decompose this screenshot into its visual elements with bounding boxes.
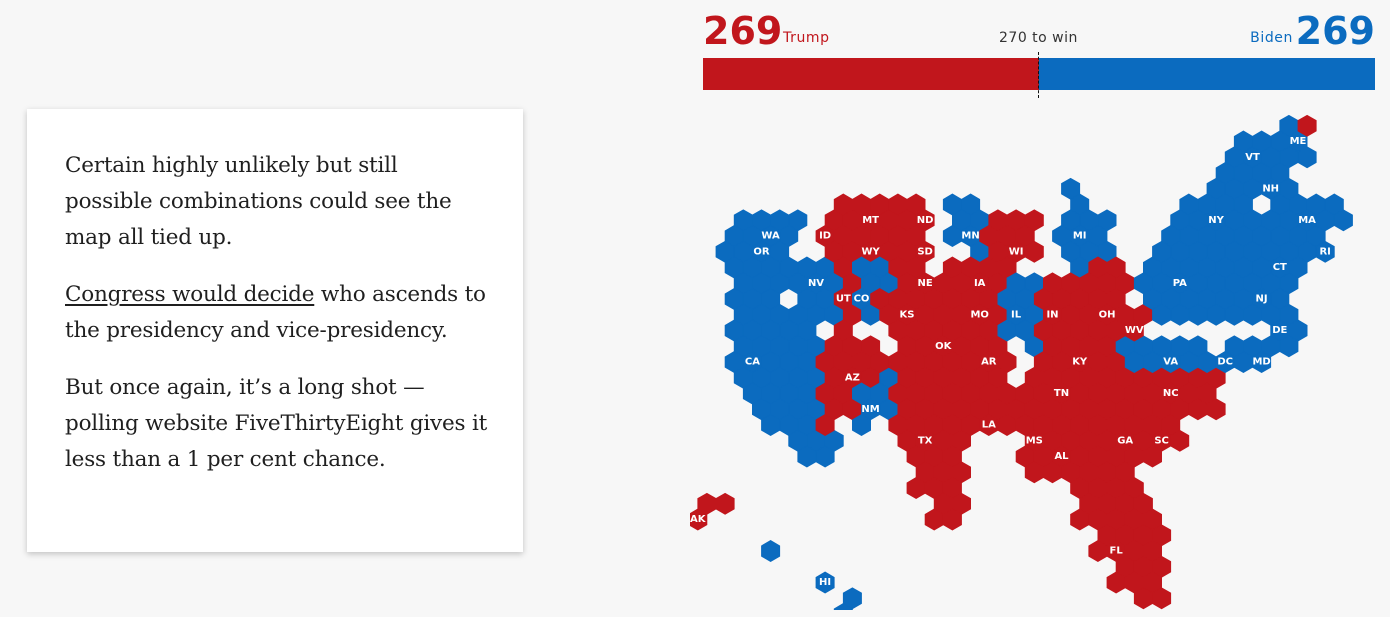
state-fl[interactable] — [1070, 477, 1172, 610]
state-label-ne: NE — [917, 278, 932, 289]
state-label-nc: NC — [1163, 388, 1179, 399]
electoral-tally: 269 Trump 270 to win Biden 269 — [703, 8, 1375, 98]
paragraph-2: Congress would decide who ascends to the… — [65, 277, 489, 349]
biden-bar — [1039, 58, 1375, 90]
win-threshold-line — [1038, 52, 1039, 98]
state-label-id: ID — [819, 231, 831, 242]
state-mn[interactable] — [942, 193, 990, 263]
state-label-de: DE — [1272, 325, 1287, 336]
state-label-nj: NJ — [1256, 294, 1268, 305]
article-card: Certain highly unlikely but still possib… — [27, 109, 523, 552]
biden-label: Biden — [1250, 30, 1293, 46]
state-label-tn: TN — [1054, 388, 1069, 399]
state-label-dc: DC — [1217, 357, 1233, 368]
state-label-ms: MS — [1026, 435, 1043, 446]
state-label-me: ME — [1290, 136, 1307, 147]
state-label-ar: AR — [981, 357, 997, 368]
state-label-wi: WI — [1009, 246, 1024, 257]
state-label-ny: NY — [1208, 215, 1224, 226]
paragraph-3: But once again, it’s a long shot — polli… — [65, 375, 488, 472]
state-ny[interactable] — [1152, 177, 1262, 263]
state-label-nv: NV — [808, 278, 824, 289]
state-label-ut: UT — [836, 294, 851, 305]
state-label-ky: KY — [1072, 357, 1088, 368]
state-label-mn: MN — [961, 231, 979, 242]
state-label-hi: HI — [819, 577, 831, 588]
trump-bar — [703, 58, 1039, 90]
state-label-mi: MI — [1073, 231, 1087, 242]
hex-cell — [761, 540, 781, 562]
state-label-fl: FL — [1109, 546, 1123, 557]
state-label-nh: NH — [1262, 183, 1279, 194]
congress-link[interactable]: Congress would decide — [65, 282, 314, 307]
state-label-wa: WA — [761, 231, 780, 242]
state-or[interactable] — [715, 240, 790, 279]
state-label-nm: NM — [861, 404, 879, 415]
paragraph-1: Certain highly unlikely but still possib… — [65, 153, 452, 250]
state-label-nd: ND — [917, 215, 934, 226]
trump-label: Trump — [783, 30, 830, 46]
state-label-in: IN — [1046, 309, 1058, 320]
state-label-vt: VT — [1245, 152, 1260, 163]
state-label-la: LA — [982, 420, 996, 431]
state-label-ma: MA — [1298, 215, 1316, 226]
biden-vote-count: 269 — [1295, 9, 1375, 53]
state-label-ks: KS — [900, 309, 915, 320]
state-label-sd: SD — [917, 246, 933, 257]
state-label-ri: RI — [1319, 246, 1330, 257]
state-label-ia: IA — [974, 278, 986, 289]
state-label-wv: WV — [1125, 325, 1144, 336]
state-label-al: AL — [1054, 451, 1069, 462]
state-label-ok: OK — [935, 341, 953, 352]
state-label-mo: MO — [970, 309, 988, 320]
state-label-ak: AK — [690, 514, 707, 525]
state-label-md: MD — [1252, 357, 1270, 368]
state-label-wy: WY — [861, 246, 880, 257]
state-label-sc: SC — [1154, 435, 1169, 446]
state-label-il: IL — [1011, 309, 1022, 320]
hex-cartogram-map: WA OR CA NV ID MT WY UT CO AZ NM ND SD NE KS OK TX MN IA MO… — [690, 114, 1353, 611]
state-label-ca: CA — [745, 357, 760, 368]
state-label-va: VA — [1163, 357, 1178, 368]
state-label-mt: MT — [862, 215, 879, 226]
state-label-ga: GA — [1117, 435, 1133, 446]
state-label-az: AZ — [845, 372, 860, 383]
state-label-tx: TX — [918, 435, 933, 446]
win-threshold-label: 270 to win — [999, 30, 1078, 46]
trump-vote-count: 269 — [703, 9, 783, 53]
state-label-or: OR — [753, 246, 770, 257]
hex-cell — [715, 492, 735, 515]
state-label-pa: PA — [1173, 278, 1187, 289]
state-hi[interactable] — [761, 540, 862, 611]
state-label-ct: CT — [1273, 262, 1287, 273]
state-label-co: CO — [854, 294, 870, 305]
state-label-oh: OH — [1099, 309, 1116, 320]
